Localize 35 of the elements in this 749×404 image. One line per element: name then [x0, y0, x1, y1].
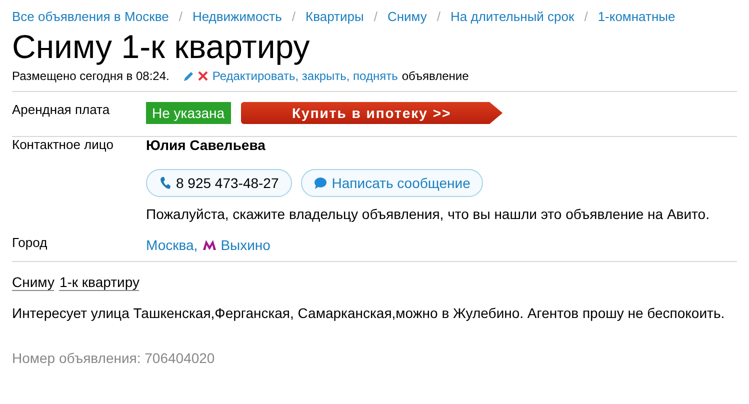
breadcrumb-separator: /	[436, 8, 441, 24]
breadcrumb-link[interactable]: 1-комнатные	[598, 8, 676, 24]
field-label: Арендная плата	[12, 102, 111, 117]
price-value: Не указана	[146, 102, 231, 124]
ad-number: Номер объявления: 706404020	[12, 350, 216, 366]
mortgage-button[interactable]: Купить в ипотеку >>	[240, 102, 503, 124]
breadcrumb-link[interactable]: Сниму	[387, 8, 427, 24]
category-link[interactable]: Сниму	[12, 274, 54, 291]
phone-button[interactable]: 8 925 473-48-27	[146, 169, 292, 197]
description-text: Интересует улица Ташкенская,Ферганская, Самарканская,можно в Жулебино. Агентов прошу не беспокоить.	[12, 305, 726, 321]
field-label: Контактное лицо	[12, 137, 114, 154]
chat-bubble-icon	[314, 177, 327, 189]
close-icon[interactable]	[198, 71, 208, 81]
breadcrumb-separator: /	[292, 8, 296, 24]
category-link[interactable]: 1-к квартиру	[59, 274, 140, 291]
actions-suffix: объявление	[402, 69, 469, 83]
breadcrumb-link[interactable]: Квартиры	[306, 8, 364, 24]
breadcrumb-separator: /	[374, 8, 378, 24]
posted-time: Размещено сегодня в 08:24.	[12, 69, 170, 83]
page-title: Сниму 1-к квартиру	[12, 27, 311, 67]
breadcrumb-link[interactable]: На длительный срок	[450, 8, 574, 24]
field-label: Город	[12, 235, 48, 252]
city-link[interactable]: Москва,	[146, 237, 198, 253]
breadcrumb-link[interactable]: Недвижимость	[192, 8, 282, 24]
breadcrumb-separator: /	[584, 8, 588, 24]
message-button[interactable]: Написать сообщение	[300, 169, 484, 197]
breadcrumb-separator: /	[178, 8, 182, 24]
phone-icon	[159, 176, 171, 190]
edit-close-raise-link[interactable]: Редактировать, закрыть, поднять	[212, 69, 398, 83]
notice-text: Пожалуйста, скажите владельцу объявления, что вы нашли это объявление на Авито.	[146, 206, 710, 222]
metro-icon	[202, 240, 216, 250]
contact-name: Юлия Савельева	[146, 137, 266, 155]
metro-station-link[interactable]: Выхино	[220, 237, 270, 253]
breadcrumb-link[interactable]: Все объявления в Москве	[12, 8, 169, 24]
pencil-icon[interactable]	[183, 70, 194, 82]
